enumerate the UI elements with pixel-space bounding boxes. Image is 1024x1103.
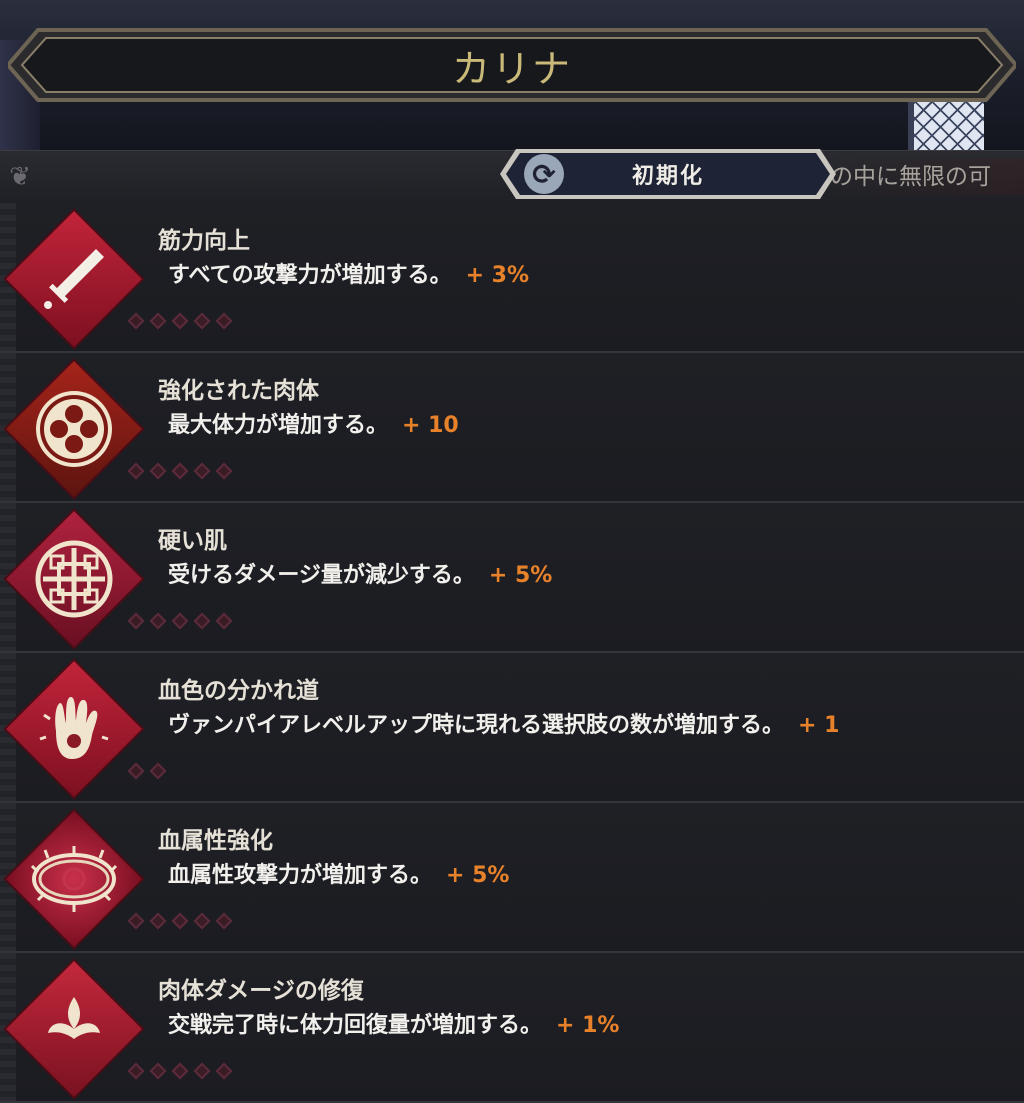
pip: [149, 1062, 167, 1080]
pip: [149, 612, 167, 630]
skill-bonus: + 10: [402, 413, 459, 438]
skill-description: 最大体力が増加する。 + 10: [168, 413, 459, 438]
skill-name: 肉体ダメージの修復: [158, 978, 364, 1004]
pip: [171, 1062, 189, 1080]
pip: [215, 912, 233, 930]
skill-name: 血色の分かれ道: [158, 678, 319, 704]
fleur-icon: [6, 961, 142, 1097]
skill-pips: [127, 612, 233, 630]
skill-description: 交戦完了時に体力回復量が増加する。 + 1%: [168, 1013, 620, 1038]
pip: [127, 312, 145, 330]
pip: [215, 1062, 233, 1080]
pip: [149, 912, 167, 930]
skill-row[interactable]: 硬い肌 受けるダメージ量が減少する。 + 5%: [0, 503, 1024, 653]
skill-pips: [127, 912, 233, 930]
pip: [127, 762, 145, 780]
skill-list: 筋力向上 すべての攻撃力が増加する。 + 3% 強化された肉体 最大体力が増加す…: [0, 203, 1024, 1103]
skill-icon: [6, 961, 142, 1097]
skill-description: 受けるダメージ量が減少する。 + 5%: [168, 563, 553, 588]
pip: [127, 462, 145, 480]
pip: [171, 462, 189, 480]
skill-icon: [6, 211, 142, 347]
skill-icon: [6, 361, 142, 497]
pip: [127, 912, 145, 930]
skill-description: 血属性攻撃力が増加する。 + 5%: [168, 863, 510, 888]
pip: [215, 612, 233, 630]
pip: [127, 612, 145, 630]
skill-row[interactable]: 肉体ダメージの修復 交戦完了時に体力回復量が増加する。 + 1%: [0, 953, 1024, 1103]
skill-bonus: + 5%: [446, 863, 510, 888]
pip: [193, 312, 211, 330]
skill-name: 血属性強化: [158, 828, 273, 854]
skill-row[interactable]: 強化された肉体 最大体力が増加する。 + 10: [0, 353, 1024, 503]
skill-bonus: + 3%: [465, 263, 530, 288]
pip: [215, 462, 233, 480]
skill-row[interactable]: 血色の分かれ道 ヴァンパイアレベルアップ時に現れる選択肢の数が増加する。 + 1: [0, 653, 1024, 803]
pip: [193, 912, 211, 930]
pip: [193, 612, 211, 630]
skill-bonus: + 1%: [556, 1013, 620, 1038]
skill-description: ヴァンパイアレベルアップ時に現れる選択肢の数が増加する。 + 1: [168, 713, 840, 738]
pip: [193, 1062, 211, 1080]
skill-pips: [127, 312, 233, 330]
skill-pips: [127, 762, 167, 780]
skill-pips: [127, 462, 233, 480]
pip: [215, 312, 233, 330]
skill-icon: [6, 661, 142, 797]
skill-bonus: + 5%: [488, 563, 553, 588]
page-title: カリナ: [451, 46, 572, 91]
skill-bonus: + 1: [798, 713, 840, 738]
pip: [149, 312, 167, 330]
skill-name: 筋力向上: [158, 228, 250, 254]
pip: [171, 312, 189, 330]
skill-row[interactable]: 筋力向上 すべての攻撃力が増加する。 + 3%: [0, 203, 1024, 353]
pip: [193, 462, 211, 480]
skill-row[interactable]: 血属性強化 血属性攻撃力が増加する。 + 5%: [0, 803, 1024, 953]
sword-icon: [6, 211, 142, 347]
ornament-icon: ❦: [9, 162, 31, 192]
pip: [149, 762, 167, 780]
thorn-crown-icon: [6, 811, 142, 947]
skill-icon: [6, 811, 142, 947]
skill-pips: [127, 1062, 233, 1080]
quatrefoil-icon: [6, 361, 142, 497]
pip: [149, 462, 167, 480]
skill-name: 硬い肌: [158, 528, 227, 554]
skill-description: すべての攻撃力が増加する。 + 3%: [168, 263, 530, 288]
bloody-hand-icon: [6, 661, 142, 797]
pip: [171, 912, 189, 930]
shield-knot-icon: [6, 511, 142, 647]
reset-button[interactable]: ⟳ 初期化: [500, 145, 836, 203]
title-banner: カリナ: [8, 26, 1016, 104]
skill-icon: [6, 511, 142, 647]
marquee-text: の中に無限の可: [830, 159, 1024, 195]
refresh-icon: ⟳: [524, 154, 564, 194]
pip: [127, 1062, 145, 1080]
reset-label: 初期化: [631, 164, 704, 189]
skill-name: 強化された肉体: [158, 378, 319, 404]
pip: [171, 612, 189, 630]
